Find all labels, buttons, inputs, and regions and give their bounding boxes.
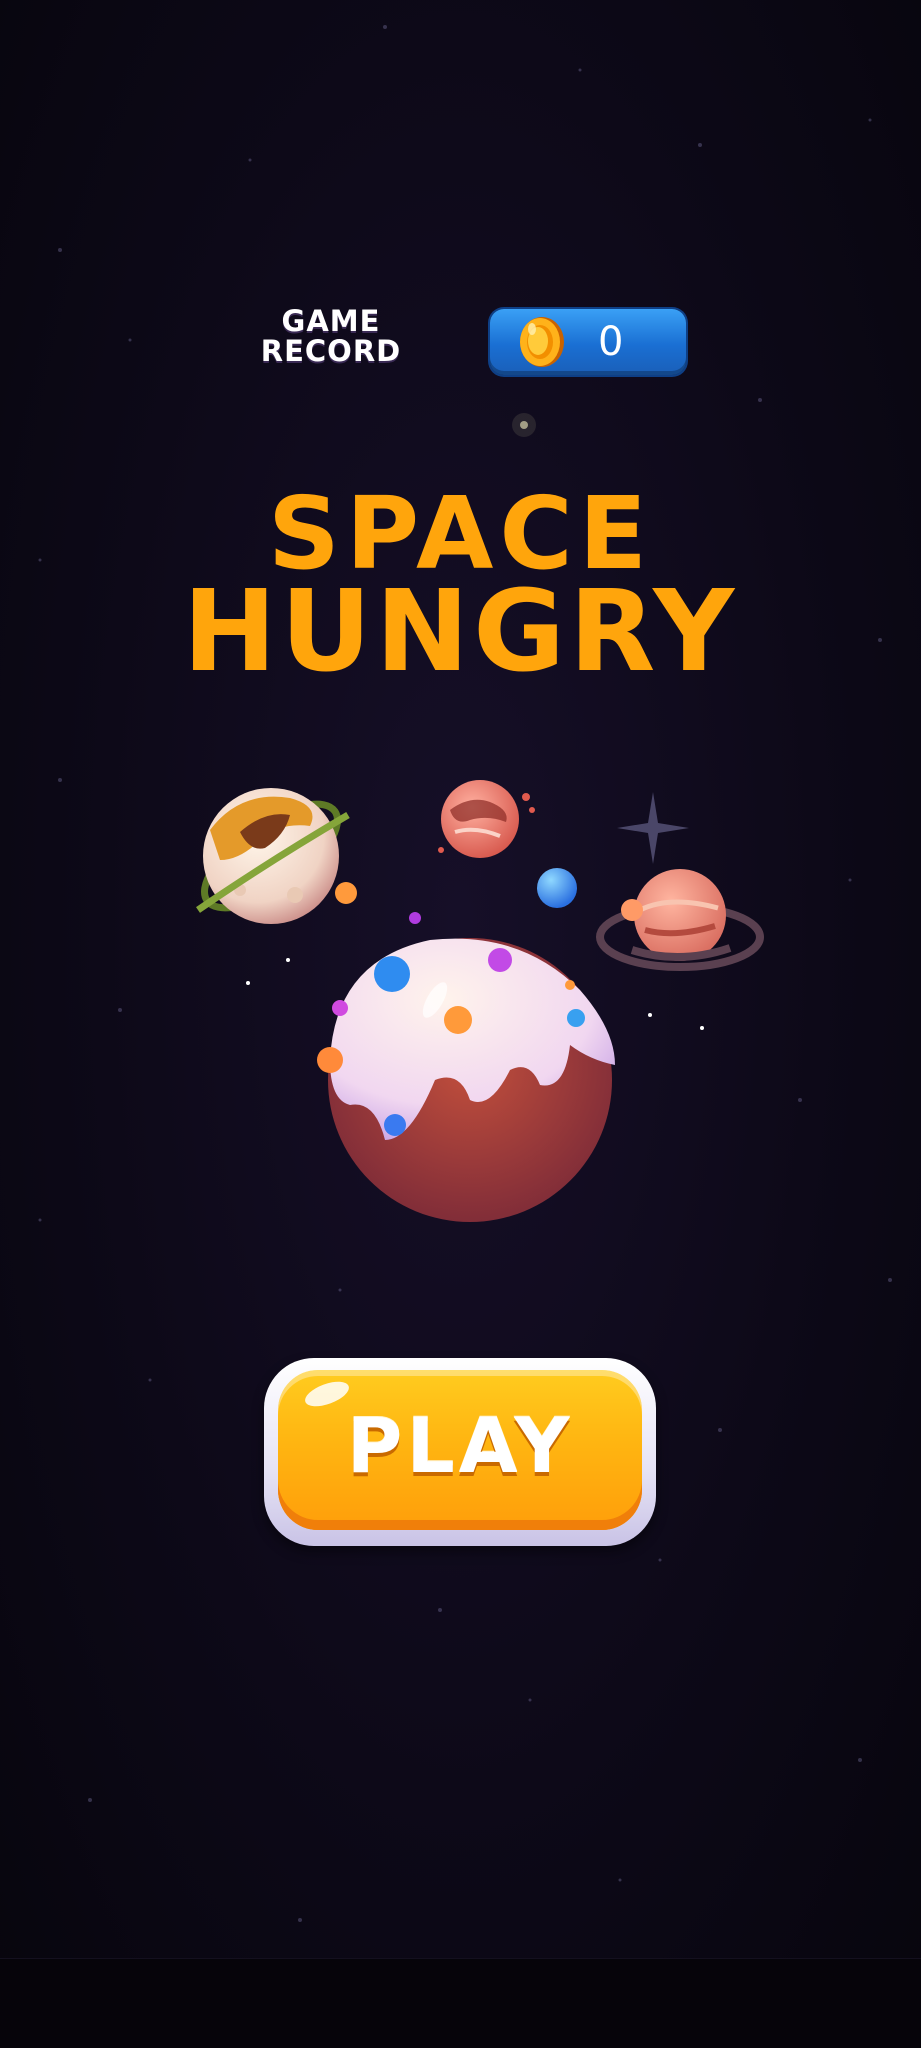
coin-counter: 0 [490, 309, 686, 375]
sparkle-star-icon [617, 792, 689, 864]
game-title: SPACE HUNGRY [0, 484, 921, 697]
play-button[interactable]: PLAY [264, 1358, 656, 1546]
red-swirl-planet [438, 780, 535, 858]
game-record-label: GAME RECORD [246, 306, 416, 366]
coin-icon [520, 317, 564, 367]
coin-count: 0 [598, 319, 624, 365]
game-record-line1: GAME [281, 304, 381, 338]
play-button-label: PLAY [346, 1401, 574, 1490]
game-record-line2: RECORD [260, 334, 402, 368]
planets-illustration [196, 780, 764, 1222]
big-iced-planet [246, 938, 704, 1222]
peach-ringed-planet [596, 869, 764, 971]
blue-moon [537, 868, 577, 908]
game-main-menu: GAME RECORD 0 SPACE HUNGRY PLAY [0, 0, 921, 2048]
game-title-line2: HUNGRY [182, 567, 739, 697]
cream-ringed-planet [196, 788, 357, 924]
bottom-bar [0, 1958, 921, 2048]
